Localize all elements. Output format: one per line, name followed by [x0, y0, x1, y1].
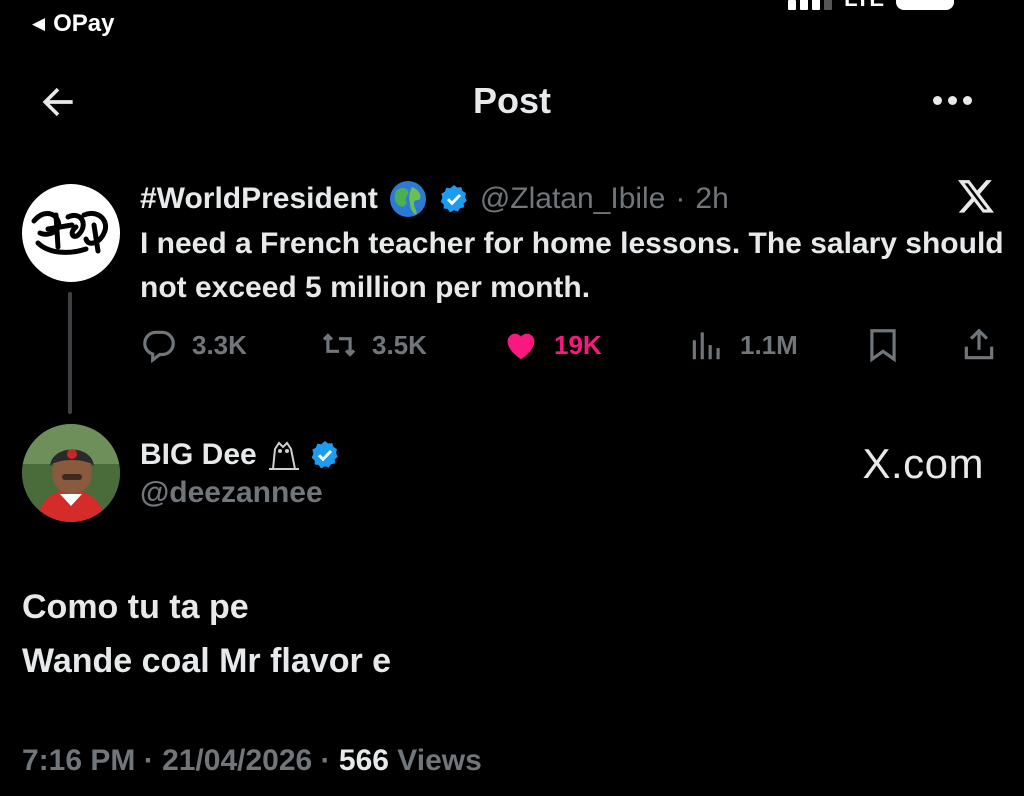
- analytics-icon: [692, 332, 720, 360]
- separator-dot: ·: [135, 744, 163, 777]
- back-to-app[interactable]: ◀ OPay: [32, 10, 114, 38]
- main-post-header: BIG Dee: [140, 432, 341, 478]
- bookmark-icon: [870, 329, 896, 363]
- post-time[interactable]: 7:16 PM: [22, 744, 135, 777]
- post-screen: ◀ OPay LTE Post #WorldPresident: [0, 0, 1024, 796]
- separator-dot: ·: [312, 744, 339, 777]
- views-button[interactable]: 1.1M: [688, 320, 798, 370]
- post-time[interactable]: 2h: [695, 182, 728, 216]
- back-triangle-icon: ◀: [32, 14, 46, 33]
- post-actions: 3.3K 3.5K 19K 1.1M: [140, 320, 1010, 370]
- repost-count: 3.5K: [372, 329, 427, 360]
- heart-icon: [507, 333, 535, 360]
- post-views-count[interactable]: 566: [339, 744, 389, 777]
- separator-dot: ·: [675, 182, 686, 215]
- avatar[interactable]: [22, 424, 120, 522]
- like-count: 19K: [554, 329, 602, 360]
- like-button[interactable]: 19K: [502, 320, 602, 370]
- avatar[interactable]: [22, 184, 120, 282]
- share-icon: [964, 328, 994, 360]
- profile-photo-icon: [22, 424, 120, 522]
- author-name[interactable]: BIG Dee: [140, 438, 257, 472]
- views-count: 1.1M: [740, 329, 798, 360]
- owl-icon: [268, 441, 299, 470]
- network-label: LTE: [844, 0, 884, 12]
- author-handle[interactable]: @Zlatan_Ibile: [480, 182, 666, 216]
- post-text-line: Como tu ta pe: [22, 588, 249, 626]
- reply-icon: [143, 330, 175, 364]
- page-title: Post: [472, 80, 551, 121]
- thread-line: [68, 292, 72, 414]
- globe-icon: [389, 181, 426, 217]
- quoted-post-text: I need a French teacher for home lessons…: [140, 227, 1004, 304]
- reply-count: 3.3K: [192, 329, 247, 360]
- battery-icon: [896, 0, 954, 10]
- verified-badge-icon: [440, 185, 467, 213]
- main-post-text: Como tu ta pe Wande coal Mr flavor e: [22, 580, 391, 688]
- post-views-label: Views: [388, 744, 482, 777]
- share-button[interactable]: [960, 320, 998, 370]
- post-date[interactable]: 21/04/2026: [162, 744, 312, 777]
- bookmark-button[interactable]: [864, 320, 902, 370]
- repost-icon: [322, 333, 356, 357]
- status-indicators: LTE: [788, 0, 954, 12]
- post-text-line: Wande coal Mr flavor e: [22, 642, 392, 680]
- author-handle[interactable]: @deezannee: [140, 476, 323, 510]
- zlatan-logo-icon: [31, 211, 108, 255]
- more-horizontal-icon[interactable]: [933, 96, 972, 105]
- signal-icon: [788, 0, 833, 10]
- post-meta: 7:16 PM · 21/04/2026 · 566 Views: [22, 744, 482, 778]
- quoted-post-header: #WorldPresident @Zlatan_Ibile · 2h: [140, 176, 729, 222]
- x-logo-icon: [958, 180, 994, 213]
- repost-button[interactable]: 3.5K: [320, 320, 427, 370]
- x-com-watermark: X.com: [862, 440, 984, 487]
- back-app-label: OPay: [53, 10, 115, 37]
- verified-badge-icon: [311, 441, 338, 469]
- author-name[interactable]: #WorldPresident: [140, 182, 378, 216]
- reply-button[interactable]: 3.3K: [140, 320, 247, 370]
